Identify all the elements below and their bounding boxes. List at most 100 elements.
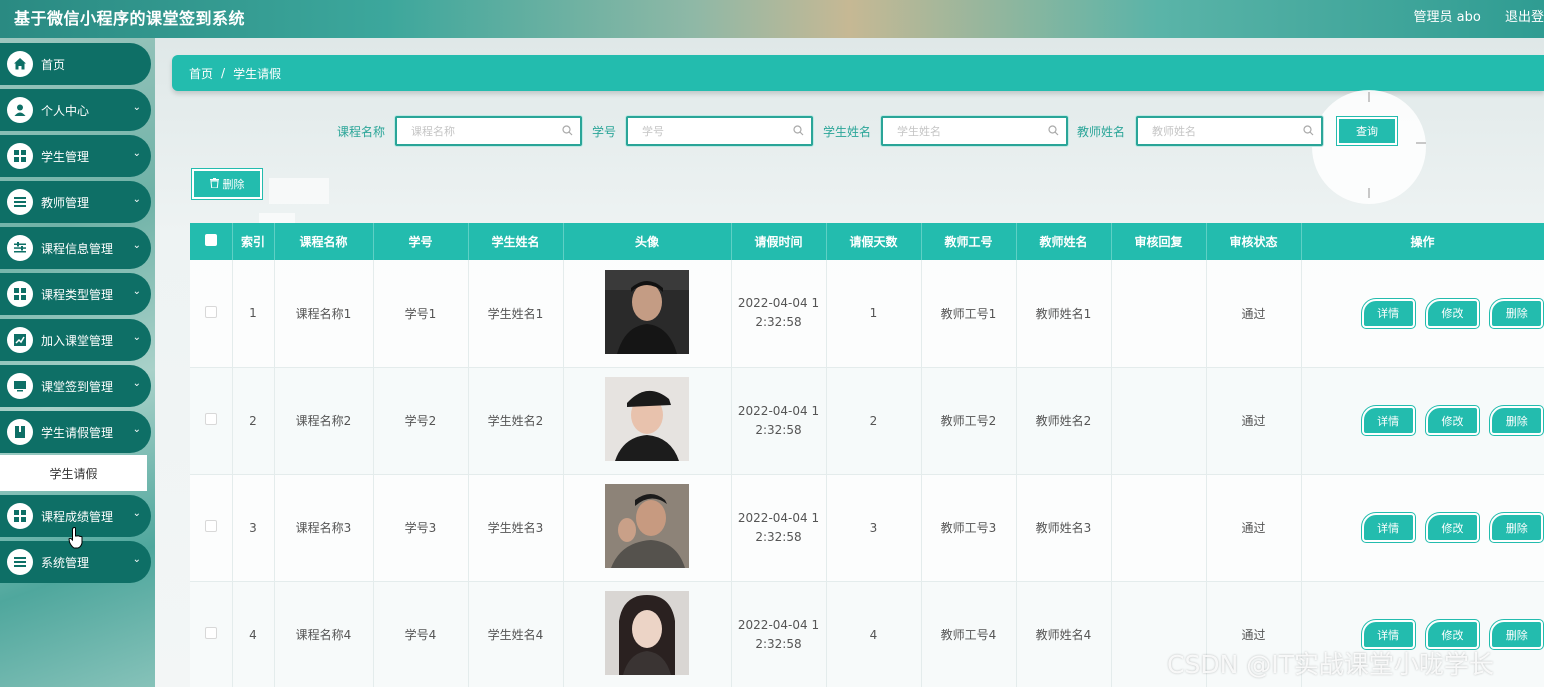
delete-button[interactable]: 删除 [1490,513,1544,542]
delete-button[interactable]: 删除 [1490,620,1544,649]
course-name-field[interactable] [395,116,582,146]
column-header: 学号 [373,223,469,260]
app-title: 基于微信小程序的课堂签到系统 [14,9,246,28]
row-checkbox[interactable] [204,305,217,318]
column-header: 课程名称 [274,223,374,260]
main-content: 首页 / 学生请假 课程名称 学号 学生姓名 教师姓名 查询 删除 [155,38,1544,687]
cell-student-name: 学生姓名3 [468,474,564,582]
sidebar-item-label: 教师管理 [41,195,90,210]
list-icon [7,549,33,575]
sidebar-item-course-type[interactable]: 课程类型管理 ⌄ [0,273,151,315]
bulk-delete-label: 删除 [222,178,245,191]
chevron-down-icon: ⌄ [132,378,141,389]
column-header: 操作 [1301,223,1544,260]
cell-teacher-no: 教师工号2 [921,367,1017,475]
chevron-down-icon: ⌄ [132,194,141,205]
delete-button[interactable]: 删除 [1490,298,1544,328]
column-header: 审核状态 [1206,223,1302,260]
cell-teacher-name: 教师姓名2 [1016,367,1112,475]
home-icon [7,51,33,77]
column-header: 索引 [232,223,275,260]
chart-icon [7,327,33,353]
edit-button[interactable]: 修改 [1425,298,1480,328]
chevron-down-icon: ⌄ [132,424,141,435]
cell-leave-time: 2022-04-04 1 2:32:58 [731,581,827,687]
teacher-name-input[interactable] [1138,118,1321,144]
search-icon [1048,125,1059,136]
sidebar-item-leave[interactable]: 学生请假管理 ⌄ [0,411,151,453]
cell-reply [1111,260,1207,368]
chevron-down-icon: ⌄ [132,148,141,159]
select-all-cell [190,223,233,260]
student-no-input[interactable] [628,118,811,144]
sidebar-item-checkin[interactable]: 课堂签到管理 ⌄ [0,365,151,407]
filter-label-student-name: 学生姓名 [823,125,872,139]
sidebar-item-teachers[interactable]: 教师管理 ⌄ [0,181,151,223]
top-bar: 基于微信小程序的课堂签到系统 管理员 abo 退出登 [0,0,1544,38]
teacher-name-field[interactable] [1136,116,1323,146]
user-label: 管理员 abo [1413,10,1481,25]
column-header: 教师工号 [921,223,1017,260]
cell-leave-time: 2022-04-04 1 2:32:58 [731,474,827,582]
detail-button[interactable]: 详情 [1361,298,1415,328]
cell-reply [1111,367,1207,475]
search-icon [562,125,573,136]
sidebar-item-profile[interactable]: 个人中心 ⌄ [0,89,151,131]
book-icon [7,419,33,445]
cell-index: 2 [232,367,275,475]
cell-teacher-name: 教师姓名1 [1016,260,1112,368]
search-icon [793,125,804,136]
breadcrumb-home[interactable]: 首页 [189,65,213,82]
course-name-input[interactable] [397,118,580,144]
cell-teacher-name: 教师姓名3 [1016,474,1112,582]
monitor-icon [7,373,33,399]
detail-button[interactable]: 详情 [1361,406,1415,435]
query-button[interactable]: 查询 [1337,117,1397,145]
detail-button[interactable]: 详情 [1361,513,1415,542]
column-header: 学生姓名 [468,223,564,260]
student-no-field[interactable] [626,116,813,146]
cell-actions: 详情 修改 删除 [1301,367,1544,475]
sidebar-subitem-student-leave[interactable]: 学生请假 [0,455,147,491]
cell-student-no: 学号2 [373,367,469,475]
grid-icon [7,503,33,529]
logout-link[interactable]: 退出登 [1505,10,1544,25]
table-header-row: 索引 课程名称 学号 学生姓名 头像 请假时间 请假天数 教师工号 教师姓名 审… [190,223,1544,260]
chevron-down-icon: ⌄ [132,508,141,519]
cell-course: 课程名称1 [274,260,374,368]
table-row: 3 课程名称3 学号3 学生姓名3 2022-04-04 1 2:32:58 3… [190,474,1544,582]
cell-status: 通过 [1206,474,1302,582]
cell-student-no: 学号1 [373,260,469,368]
column-header: 审核回复 [1111,223,1207,260]
sidebar-item-students[interactable]: 学生管理 ⌄ [0,135,151,177]
cell-leave-time: 2022-04-04 1 2:32:58 [731,367,827,475]
bulk-delete-button[interactable]: 删除 [192,169,262,199]
row-checkbox[interactable] [204,520,217,532]
sidebar-item-label: 个人中心 [41,103,90,118]
cell-days: 1 [826,260,922,368]
cell-teacher-name: 教师姓名4 [1016,581,1112,687]
watermark: CSDN @IT实战课堂小咙学长 [1167,650,1494,679]
trash-icon [209,177,219,191]
chevron-down-icon: ⌄ [132,240,141,251]
row-checkbox[interactable] [204,413,217,425]
student-name-input[interactable] [883,118,1066,144]
chevron-down-icon: ⌄ [132,102,141,113]
row-checkbox[interactable] [204,627,217,639]
edit-button[interactable]: 修改 [1425,406,1480,435]
cell-reply [1111,474,1207,582]
sidebar-item-join-class[interactable]: 加入课堂管理 ⌄ [0,319,151,361]
edit-button[interactable]: 修改 [1425,513,1480,542]
cell-student-name: 学生姓名2 [468,367,564,475]
breadcrumb-current: 学生请假 [233,66,282,81]
student-name-field[interactable] [881,116,1068,146]
clock-decoration [1312,90,1426,204]
cell-student-name: 学生姓名1 [468,260,564,368]
cell-days: 4 [826,581,922,687]
user-icon [7,97,33,123]
sidebar-item-course-info[interactable]: 课程信息管理 ⌄ [0,227,151,269]
delete-button[interactable]: 删除 [1490,406,1544,435]
search-icon [1303,125,1314,136]
select-all-checkbox[interactable] [204,234,217,246]
sidebar-item-home[interactable]: 首页 [0,43,151,85]
